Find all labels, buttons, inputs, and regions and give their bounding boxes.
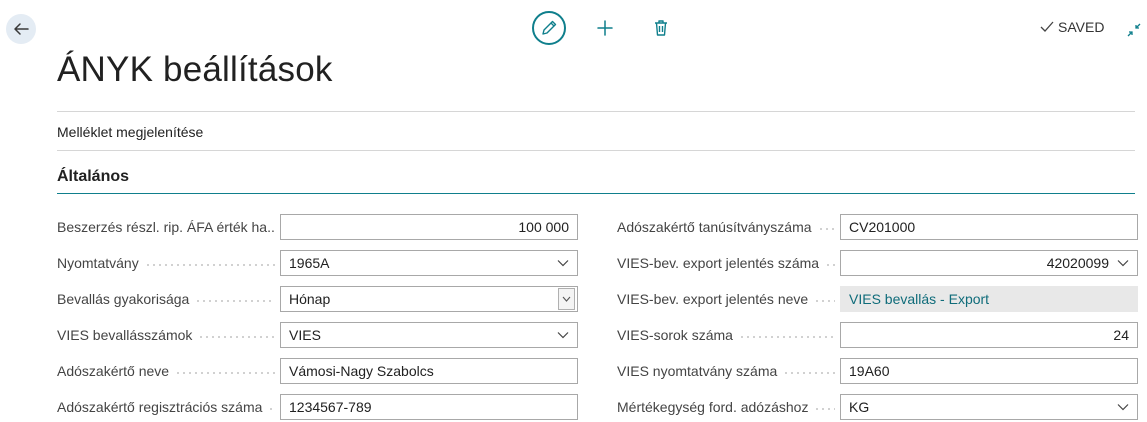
field-label-export-report-no: VIES-bev. export jelentés száma [617,248,835,278]
chevron-down-icon[interactable] [557,331,569,339]
chevron-down-icon[interactable] [558,288,575,310]
field-label-frequency: Bevallás gyakorisága [57,284,275,314]
trash-icon [655,20,667,36]
advisor-name-input[interactable]: Vámosi-Nagy Szabolcs [280,358,578,384]
saved-status: SAVED [1040,19,1104,35]
field-label-unit-conversion: Mértékegység ford. adózáshoz [617,392,835,422]
vies-form-number-input[interactable]: 19A60 [840,358,1138,384]
back-button[interactable] [6,14,36,44]
page-title: ÁNYK beállítások [57,50,333,89]
vies-rows-input[interactable]: 24 [840,322,1138,348]
attachment-link[interactable]: Melléklet megjelenítése [57,124,203,140]
field-label-certificate: Adószakértő tanúsítványszáma [617,212,835,242]
collapse-button[interactable] [1124,20,1144,40]
field-label-vies-form-no: VIES nyomtatvány száma [617,356,835,386]
advisor-registration-input[interactable]: 1234567-789 [280,394,578,420]
pencil-icon [542,20,557,35]
collapse-icon [1127,23,1141,37]
delete-button[interactable] [648,14,674,42]
field-label-vies-numbers: VIES bevallásszámok [57,320,275,350]
section-underline [57,193,1135,194]
field-label-purchase-vat: Beszerzés részl. rip. ÁFA érték ha... [57,219,275,235]
checkmark-icon [1040,21,1054,32]
field-label-advisor-reg: Adószakértő regisztrációs száma [57,392,275,422]
title-divider [57,111,1135,112]
form-dropdown[interactable]: 1965A [280,250,578,276]
action-divider [57,150,1135,151]
field-label-vies-rows: VIES-sorok száma [617,320,835,350]
export-report-number-dropdown[interactable]: 42020099 [840,250,1138,276]
chevron-down-icon[interactable] [1117,403,1129,411]
purchase-vat-threshold-input[interactable]: 100 000 [280,214,578,240]
field-label-form: Nyomtatvány [57,248,275,278]
vies-numbers-dropdown[interactable]: VIES [280,322,578,348]
plus-icon [597,20,613,36]
field-label-export-report-name: VIES-bev. export jelentés neve [617,284,835,314]
saved-label: SAVED [1058,19,1105,35]
chevron-down-icon[interactable] [557,259,569,267]
frequency-select[interactable]: Hónap [280,286,578,312]
back-arrow-icon [14,23,29,35]
new-button[interactable] [592,14,618,42]
section-title: Általános [57,168,130,185]
edit-button[interactable] [532,11,566,45]
export-report-name-link[interactable]: VIES bevallás - Export [840,286,1138,312]
unit-conversion-dropdown[interactable]: KG [840,394,1138,420]
certificate-number-input[interactable]: CV201000 [840,214,1138,240]
field-label-advisor-name: Adószakértő neve [57,356,275,386]
chevron-down-icon[interactable] [1117,259,1129,267]
